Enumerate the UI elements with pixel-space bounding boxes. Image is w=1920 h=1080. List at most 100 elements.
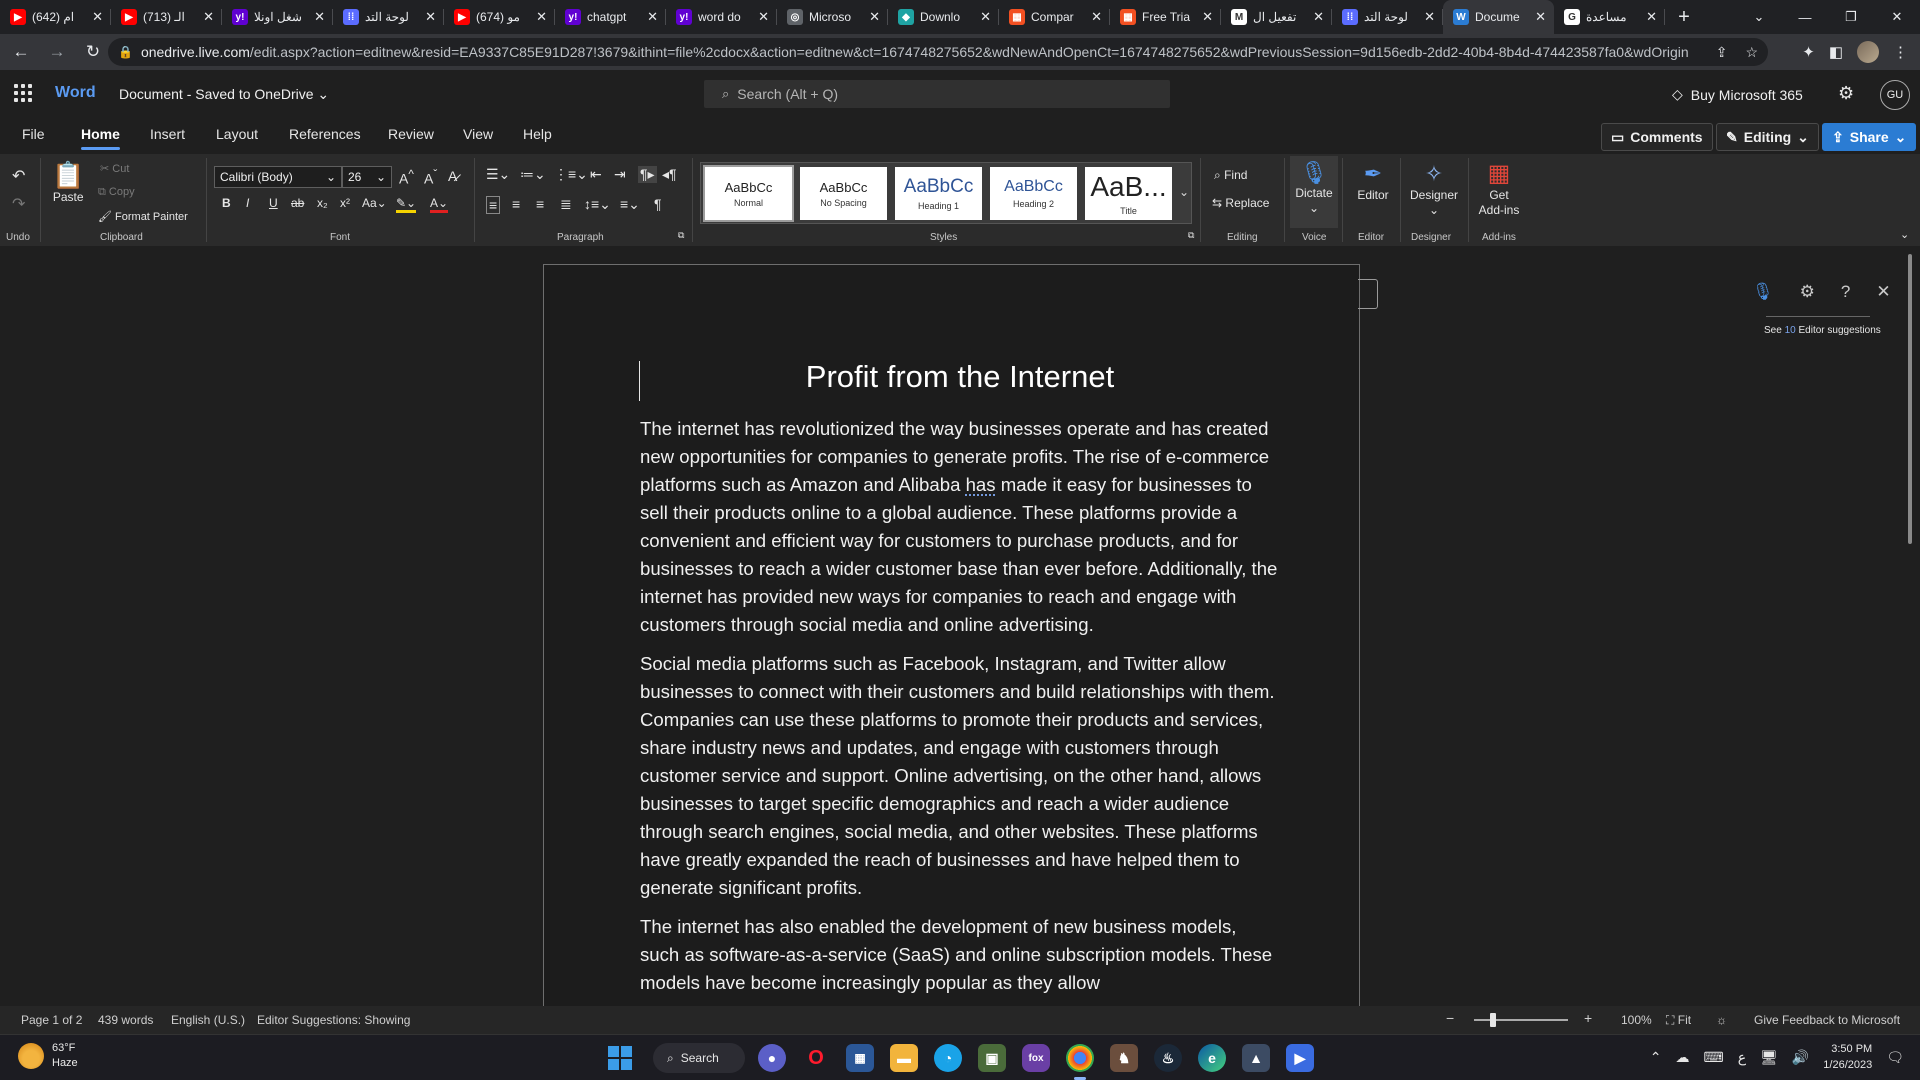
browser-tab[interactable]: G مساعدة ✕: [1554, 0, 1665, 34]
microphone-icon[interactable]: 🎙: [1752, 282, 1774, 302]
help-icon[interactable]: ?: [1841, 282, 1850, 302]
multilevel-list-icon[interactable]: ⋮≡⌄: [554, 166, 588, 183]
styles-more-icon[interactable]: ⌄: [1179, 185, 1189, 199]
volume-icon[interactable]: 🔊: [1792, 1049, 1809, 1066]
tab-view[interactable]: View: [463, 126, 493, 142]
tab-close-icon[interactable]: ✕: [980, 9, 991, 25]
font-size-select[interactable]: 26 ⌄: [342, 166, 392, 188]
close-icon[interactable]: ✕: [1876, 282, 1890, 302]
notifications-icon[interactable]: 🗨: [1886, 1049, 1904, 1066]
document-title[interactable]: Document - Saved to OneDrive ⌄: [119, 86, 329, 103]
tab-review[interactable]: Review: [388, 126, 434, 142]
highlight-icon[interactable]: ✎⌄: [396, 196, 417, 213]
browser-tab[interactable]: ▶ (674) مو ✕: [444, 0, 555, 34]
side-panel-icon[interactable]: ◧: [1829, 43, 1843, 61]
paragraph-1[interactable]: The internet has revolutionized the way …: [640, 415, 1280, 639]
zoom-slider-thumb[interactable]: [1490, 1013, 1496, 1027]
designer-button[interactable]: ✧ Designer ⌄: [1406, 160, 1462, 218]
browser-tab[interactable]: ▶ (642) ام ✕: [0, 0, 111, 34]
file-explorer-icon[interactable]: ▬: [890, 1044, 918, 1072]
url-bar[interactable]: 🔒 onedrive.live.com/edit.aspx?action=edi…: [108, 38, 1768, 66]
minecraft-icon[interactable]: ▣: [978, 1044, 1006, 1072]
chat-app-icon[interactable]: ●: [758, 1044, 786, 1072]
app-launcher-icon[interactable]: [14, 84, 32, 102]
app-name[interactable]: Word: [55, 84, 96, 102]
browser-tab[interactable]: ⁞⁞ لوحة التد ✕: [1332, 0, 1443, 34]
numbering-icon[interactable]: ≔⌄: [520, 166, 546, 183]
cut-button[interactable]: ✂ Cut: [100, 162, 129, 175]
forward-button[interactable]: →: [42, 37, 72, 67]
zoom-level[interactable]: 100%: [1621, 1013, 1652, 1027]
tab-layout[interactable]: Layout: [216, 126, 258, 142]
paragraph-3[interactable]: The internet has also enabled the develo…: [640, 913, 1280, 997]
paragraph-launcher-icon[interactable]: ⧉: [678, 230, 684, 241]
superscript-icon[interactable]: x²: [340, 196, 350, 210]
browser-tab[interactable]: ▦ Compar ✕: [999, 0, 1110, 34]
language-indicator[interactable]: English (U.S.): [171, 1013, 245, 1027]
extensions-icon[interactable]: ✦: [1802, 43, 1815, 61]
tab-close-icon[interactable]: ✕: [1091, 9, 1102, 25]
keyboard-icon[interactable]: ⌨: [1703, 1049, 1723, 1066]
style-title[interactable]: AaB... Title: [1085, 167, 1172, 220]
comments-button[interactable]: ▭ Comments: [1601, 123, 1713, 151]
user-avatar[interactable]: GU: [1880, 80, 1910, 110]
collapse-ribbon-icon[interactable]: ⌄: [1900, 228, 1909, 241]
page-count[interactable]: Page 1 of 2: [21, 1013, 82, 1027]
browser-tab[interactable]: ◎ Microso ✕: [777, 0, 888, 34]
font-name-select[interactable]: Calibri (Body) ⌄: [214, 166, 342, 188]
tab-close-icon[interactable]: ✕: [1202, 9, 1213, 25]
show-hidden-icons[interactable]: ⌃: [1650, 1049, 1662, 1066]
line-spacing-icon[interactable]: ↕≡⌄: [584, 196, 611, 213]
app-launcher-game-icon[interactable]: fox: [1022, 1044, 1050, 1072]
browser-tab[interactable]: ▦ Free Tria ✕: [1110, 0, 1221, 34]
strikethrough-icon[interactable]: ab: [291, 196, 304, 210]
style-heading-2[interactable]: AaBbCc Heading 2: [990, 167, 1077, 220]
taskbar-search[interactable]: ⌕ Search: [653, 1043, 745, 1073]
tab-close-icon[interactable]: ✕: [425, 9, 436, 25]
style-heading-1[interactable]: AaBbCc Heading 1: [895, 167, 982, 220]
editing-mode-button[interactable]: ✎ Editing ⌄: [1716, 123, 1819, 151]
share-button[interactable]: ⇪ Share ⌄: [1822, 123, 1917, 151]
back-button[interactable]: ←: [6, 37, 36, 67]
zoom-out-icon[interactable]: −: [1446, 1010, 1454, 1026]
find-button[interactable]: ⌕ Find: [1214, 168, 1247, 183]
browser-tab[interactable]: M تفعيل ال ✕: [1221, 0, 1332, 34]
browser-menu-icon[interactable]: ⋮: [1893, 43, 1908, 61]
justify-icon[interactable]: ≣: [560, 196, 572, 213]
restore-button[interactable]: ❐: [1828, 9, 1874, 25]
document-body[interactable]: Profit from the Internet The internet ha…: [640, 359, 1280, 1006]
change-case-icon[interactable]: Aa⌄: [362, 196, 387, 210]
show-marks-icon[interactable]: ¶: [654, 196, 662, 212]
dictation-settings-icon[interactable]: ⚙: [1800, 282, 1815, 302]
browser-tab[interactable]: ⁞⁞ لوحة التد ✕: [333, 0, 444, 34]
tab-search-icon[interactable]: ⌄: [1736, 9, 1782, 25]
onedrive-cloud-icon[interactable]: ☁: [1675, 1049, 1689, 1066]
align-right-icon[interactable]: ≡: [536, 196, 544, 212]
browser-tab[interactable]: W Docume ✕: [1443, 0, 1554, 34]
browser-tab[interactable]: ▶ (713) الـ ✕: [111, 0, 222, 34]
clock[interactable]: 3:50 PM 1/26/2023: [1823, 1041, 1872, 1073]
steam-icon[interactable]: ♨: [1154, 1044, 1182, 1072]
messenger-app-icon[interactable]: ◔: [934, 1044, 962, 1072]
tab-close-icon[interactable]: ✕: [647, 9, 658, 25]
font-color-icon[interactable]: A⌄: [430, 196, 449, 213]
editor-suggestions-status[interactable]: Editor Suggestions: Showing: [257, 1013, 410, 1027]
clear-formatting-icon[interactable]: A̷: [448, 168, 457, 184]
zoom-slider[interactable]: [1474, 1019, 1568, 1021]
copy-button[interactable]: ⧉ Copy: [98, 186, 135, 199]
close-window-button[interactable]: ✕: [1874, 9, 1920, 25]
editor-suggestions-link[interactable]: See 10 Editor suggestions: [1764, 325, 1881, 336]
tab-file[interactable]: File: [22, 126, 45, 142]
word-count[interactable]: 439 words: [98, 1013, 153, 1027]
zoom-in-icon[interactable]: +: [1584, 1010, 1592, 1026]
lock-icon[interactable]: 🔒: [118, 45, 133, 59]
style-no-spacing[interactable]: AaBbCc No Spacing: [800, 167, 887, 220]
get-add-ins-button[interactable]: ▦ Get Add-ins: [1476, 160, 1522, 218]
game-app-icon[interactable]: ♞: [1110, 1044, 1138, 1072]
tab-insert[interactable]: Insert: [150, 126, 185, 142]
browser-tab[interactable]: y! chatgpt ✕: [555, 0, 666, 34]
input-language-indicator[interactable]: ع: [1738, 1049, 1746, 1066]
search-box[interactable]: ⌕ Search (Alt + Q): [704, 80, 1170, 108]
profile-avatar[interactable]: [1857, 41, 1879, 63]
opera-browser-icon[interactable]: O: [802, 1044, 830, 1072]
